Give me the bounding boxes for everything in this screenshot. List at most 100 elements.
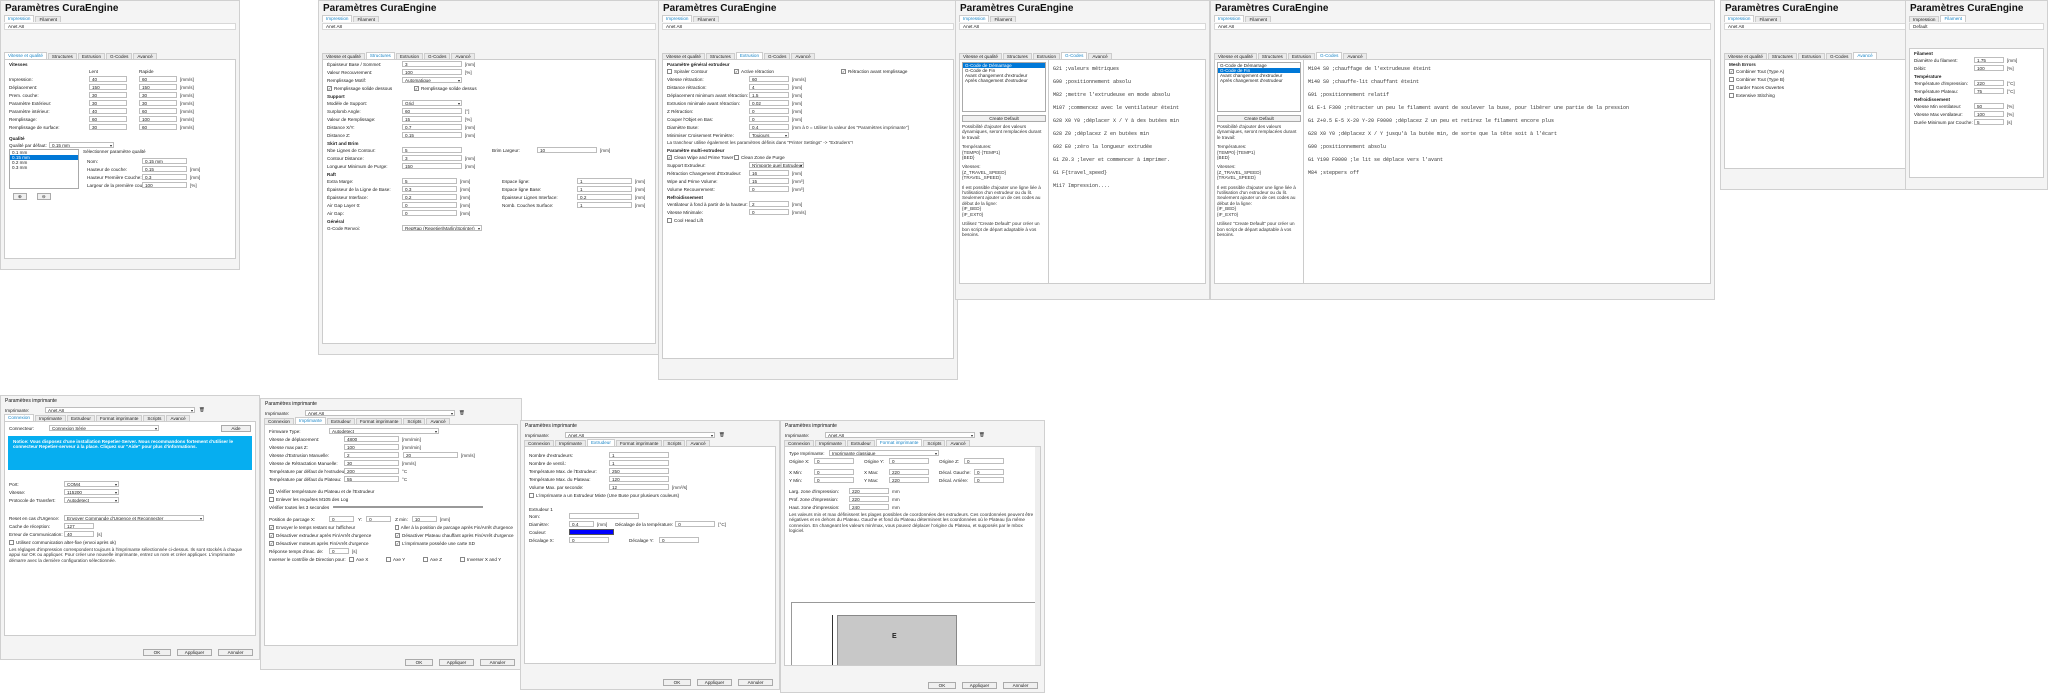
speed-slow-input[interactable]: 30 [89, 124, 127, 130]
tab-imprimante[interactable]: Imprimante [34, 415, 66, 421]
checkbox[interactable] [1729, 76, 1734, 82]
origin-x-input[interactable]: 0 [814, 458, 854, 464]
setting-input[interactable]: 0.3 [142, 174, 187, 180]
trash-icon[interactable]: 🗑 [719, 432, 725, 438]
setting-input[interactable]: 1.75 [1974, 57, 2004, 63]
cancel-button[interactable]: Annuler [218, 649, 253, 656]
origin-z-input[interactable]: 0 [964, 458, 1004, 464]
checkbox[interactable] [395, 524, 399, 530]
ok-button[interactable]: OK [405, 659, 433, 666]
setting-input[interactable]: 75 [1974, 88, 2004, 94]
printer-select[interactable]: Anet A8 [565, 432, 715, 438]
tab-format[interactable]: Format imprimante [615, 440, 663, 446]
setting-input[interactable]: 15 [749, 178, 789, 185]
subtab-extrusion[interactable]: Extrusion [1797, 53, 1825, 59]
tab-filament[interactable]: Filament [990, 16, 1017, 22]
tab-scripts[interactable]: Scripts [663, 440, 686, 446]
setting-input[interactable]: 12 [609, 484, 669, 490]
checkbox[interactable]: ✓ [414, 85, 419, 91]
xy-input[interactable]: 0 [974, 469, 1004, 475]
tab-filament[interactable]: Filament [1755, 16, 1782, 22]
setting-input[interactable]: 16 [749, 170, 789, 177]
subtab-extrusion[interactable]: Extrusion [395, 53, 423, 59]
setting-input[interactable]: 200 [344, 468, 399, 474]
tab-filament[interactable]: Filament [35, 16, 62, 22]
setting-input[interactable]: 220 [849, 496, 889, 502]
raft-input[interactable]: 0.2 [577, 194, 632, 200]
park-z-input[interactable]: 10 [411, 516, 437, 522]
origin-y-input[interactable]: 0 [889, 458, 929, 464]
setting-input[interactable]: 2 [749, 201, 789, 208]
checkbox[interactable] [667, 68, 672, 74]
setting-input[interactable]: 0.15 [402, 132, 462, 138]
apply-button[interactable]: Appliquer [177, 649, 212, 656]
printer-select[interactable]: Anet A8 [4, 23, 236, 30]
tab-impression[interactable]: Impression [1724, 15, 1755, 22]
setting-input[interactable]: 4 [749, 84, 789, 90]
checkbox[interactable]: ✓ [734, 68, 739, 74]
checkbox[interactable] [423, 556, 428, 562]
setting-input[interactable]: 220 [1974, 80, 2004, 86]
tab-impression[interactable]: Impression [662, 15, 693, 22]
temp-offset-input[interactable]: 0 [675, 521, 716, 527]
subtab-vitesse[interactable]: Vitesse et qualité [322, 53, 365, 59]
subtab-extrusion[interactable]: Extrusion [735, 52, 763, 59]
setting-input[interactable]: 240 [849, 504, 889, 510]
checkbox[interactable] [529, 492, 534, 498]
printer-select[interactable]: Anet A8 [825, 432, 975, 438]
support-select[interactable]: N'importe quel Extrudeur [749, 162, 804, 169]
setting-input[interactable]: 0 [749, 209, 789, 216]
tab-filament[interactable]: Filament [1940, 15, 1967, 22]
setting-input[interactable]: 1.5 [749, 92, 789, 98]
checkbox[interactable] [460, 556, 465, 562]
setting-input[interactable]: 1 [609, 452, 669, 458]
speed-fast-input[interactable]: 30 [139, 100, 177, 106]
checkbox[interactable] [386, 556, 391, 562]
raft-input[interactable]: 0 [402, 210, 457, 216]
subtab-structures[interactable]: Structures [705, 53, 735, 59]
ok-button[interactable]: OK [143, 649, 171, 656]
setting-input[interactable]: 0.7 [402, 124, 462, 130]
raft-input[interactable]: 1 [577, 186, 632, 192]
tab-avance[interactable]: Avancé [686, 440, 710, 446]
tab-format[interactable]: Format imprimante [95, 415, 143, 421]
tab-filament[interactable]: Filament [693, 16, 720, 22]
subtab-vitesse[interactable]: Vitesse et qualité [4, 52, 47, 59]
checkbox[interactable] [1729, 84, 1734, 90]
tab-scripts[interactable]: Scripts [143, 415, 166, 421]
subtab-vitesse[interactable]: Vitesse et qualité [1724, 53, 1767, 59]
setting-input[interactable]: Automatique [402, 77, 462, 83]
subtab-gcodes[interactable]: G-Codes [764, 53, 791, 59]
create-default-button[interactable]: Create Default [1217, 115, 1301, 122]
diameter-input[interactable]: 0.4 [569, 521, 594, 527]
tab-impression[interactable]: Impression [959, 15, 990, 22]
combing-select[interactable]: Toujours [749, 132, 789, 138]
apply-button[interactable]: Appliquer [697, 679, 732, 686]
apply-button[interactable]: Appliquer [439, 659, 474, 666]
raft-input[interactable]: 5 [402, 178, 457, 184]
setting-input[interactable]: 0.15 mm [142, 158, 187, 164]
speed-fast-input[interactable]: 60 [139, 108, 177, 114]
setting-input[interactable]: 150 [402, 163, 462, 169]
add-quality-button[interactable]: ⊕ [13, 193, 27, 200]
speed-fast-input[interactable]: 60 [139, 76, 177, 82]
raft-input[interactable]: 0 [402, 202, 457, 208]
setting-input[interactable]: 0 [749, 186, 789, 193]
setting-input[interactable]: COM4 [64, 481, 119, 487]
tab-connexion[interactable]: Connexion [264, 418, 294, 424]
setting-input[interactable]: 0.15 [142, 166, 187, 172]
checkbox[interactable]: ✓ [269, 540, 274, 546]
checkbox[interactable]: ✓ [841, 68, 846, 74]
tab-format[interactable]: Format imprimante [875, 439, 923, 446]
xy-input[interactable]: 0 [974, 477, 1004, 483]
setting-input[interactable]: 220 [849, 488, 889, 494]
subtab-avance[interactable]: Avancé [1853, 52, 1877, 59]
setting-input[interactable]: 30 [344, 460, 399, 466]
cache-input[interactable]: 127 [64, 523, 94, 529]
offset-x-input[interactable]: 0 [569, 537, 609, 543]
cancel-button[interactable]: Annuler [480, 659, 515, 666]
brim-input[interactable]: 10 [537, 147, 597, 153]
cancel-button[interactable]: Annuler [1003, 682, 1038, 689]
subtab-avance[interactable]: Avancé [451, 53, 475, 59]
park-y-input[interactable]: 0 [366, 516, 392, 522]
